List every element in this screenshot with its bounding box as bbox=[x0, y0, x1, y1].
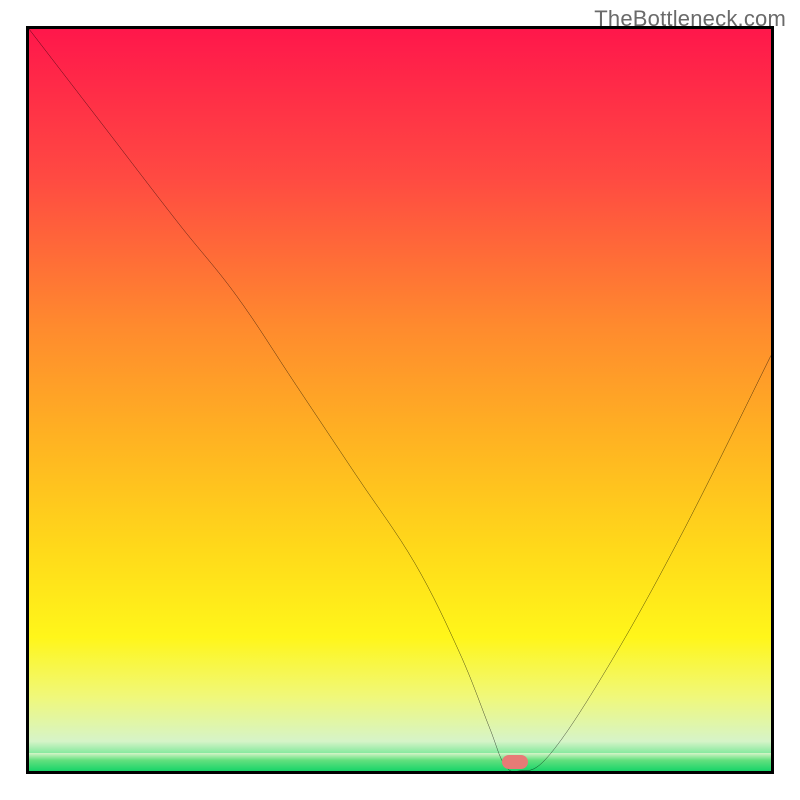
chart-frame: TheBottleneck.com bbox=[0, 0, 800, 800]
chart-plot-area bbox=[26, 26, 774, 774]
bottleneck-curve bbox=[29, 29, 771, 771]
optimal-point-marker bbox=[502, 755, 528, 769]
watermark-text: TheBottleneck.com bbox=[594, 6, 786, 32]
